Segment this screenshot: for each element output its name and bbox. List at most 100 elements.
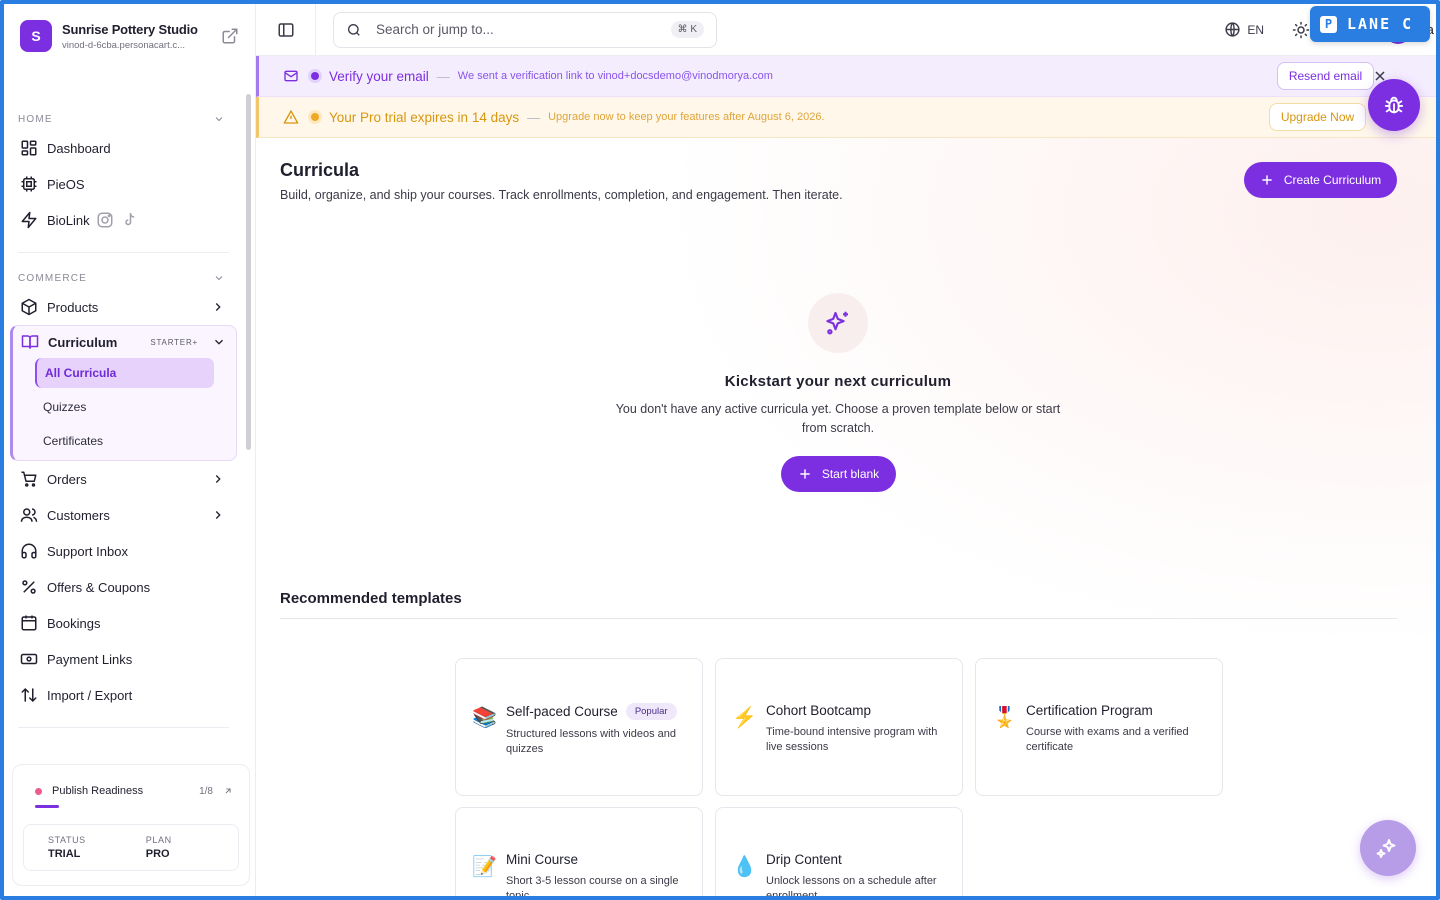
sidebar-panel-icon — [278, 22, 293, 37]
start-blank-button[interactable]: Start blank — [781, 456, 896, 492]
bug-icon — [1384, 96, 1404, 114]
plan-label: PLAN — [145, 835, 172, 845]
template-card-mini-course[interactable]: 📝 Mini Course Short 3-5 lesson course on… — [455, 807, 703, 896]
mail-icon — [284, 70, 298, 82]
section-commerce[interactable]: COMMERCE — [4, 267, 255, 289]
status-dot — [35, 787, 42, 795]
sidebar-item-payment-links[interactable]: Payment Links — [4, 641, 255, 677]
droplet-icon: 💧 — [732, 856, 757, 878]
card-title: Drip Content — [766, 852, 842, 867]
sidebar-item-products[interactable]: Products — [4, 289, 255, 325]
verify-email-banner: Verify your email — We sent a verificati… — [256, 56, 1436, 97]
arrow-up-right-icon[interactable] — [223, 786, 233, 796]
sidebar-item-bookings[interactable]: Bookings — [4, 605, 255, 641]
chip-icon — [21, 176, 37, 192]
sidebar-item-label: Offers & Coupons — [47, 579, 151, 595]
card-body: Self-paced Course Popular Structured les… — [506, 703, 684, 795]
sidebar-item-curriculum[interactable]: Curriculum STARTER+ — [13, 326, 236, 358]
verify-description: We sent a verification link to vinod+doc… — [457, 70, 773, 82]
calendar-icon — [21, 615, 37, 631]
publish-readiness-card[interactable]: Publish Readiness 1/8 STATUS TRIAL PLAN … — [12, 764, 250, 886]
card-title: Self-paced Course Popular — [506, 703, 684, 720]
sidebar-item-orders[interactable]: Orders — [4, 461, 255, 497]
sidebar-item-label: BioLink — [47, 212, 90, 228]
status-dot — [311, 72, 319, 80]
sidebar-item-customers[interactable]: Customers — [4, 497, 255, 533]
cart-icon — [21, 471, 37, 487]
sidebar-item-support-inbox[interactable]: Support Inbox — [4, 533, 255, 569]
bug-report-button[interactable] — [1368, 79, 1420, 131]
biolink-socials — [96, 211, 138, 229]
search-bar[interactable]: ⌘ K — [333, 11, 717, 48]
page-subtitle: Build, organize, and ship your courses. … — [280, 188, 843, 202]
search-input[interactable] — [376, 22, 671, 37]
upgrade-now-button[interactable]: Upgrade Now — [1269, 103, 1366, 131]
warning-icon — [283, 110, 299, 124]
separator-dash: — — [436, 68, 450, 84]
template-card-self-paced[interactable]: 📚 Self-paced Course Popular Structured l… — [455, 658, 703, 796]
tiktok-icon — [124, 213, 134, 226]
chevron-down-icon — [215, 339, 223, 345]
verify-title: Verify your email — [329, 68, 429, 84]
magic-sparkles-icon — [1376, 839, 1396, 858]
template-card-drip-content[interactable]: 💧 Drip Content Unlock lessons on a sched… — [715, 807, 963, 896]
memo-icon: 📝 — [472, 856, 497, 878]
sun-icon[interactable] — [1292, 21, 1310, 39]
sidebar-item-label: Support Inbox — [47, 543, 128, 559]
resend-email-button[interactable]: Resend email — [1277, 62, 1374, 90]
sidebar-item-label: Dashboard — [47, 140, 111, 156]
language-switcher[interactable]: EN — [1224, 21, 1264, 38]
section-divider — [280, 618, 1397, 619]
template-card-cohort-bootcamp[interactable]: ⚡ Cohort Bootcamp Time-bound intensive p… — [715, 658, 963, 796]
template-card-certification[interactable]: 🎖️ Certification Program Course with exa… — [975, 658, 1223, 796]
medal-icon: 🎖️ — [992, 707, 1017, 729]
separator-dash: — — [527, 109, 541, 125]
curriculum-group: Curriculum STARTER+ All Curricula Quizze… — [10, 325, 237, 461]
plan-status-box: STATUS TRIAL PLAN PRO — [23, 824, 239, 871]
card-description: Time-bound intensive program with live s… — [766, 726, 938, 753]
ai-assistant-button[interactable] — [1360, 820, 1416, 876]
sidebar-item-offers[interactable]: Offers & Coupons — [4, 569, 255, 605]
sidebar-item-label: Customers — [47, 507, 110, 523]
sidebar: S Sunrise Pottery Studio vinod-d-6cba.pe… — [4, 4, 256, 896]
sidebar-scrollbar[interactable] — [246, 94, 251, 450]
recommended-templates-title: Recommended templates — [280, 590, 462, 607]
sparkles-icon — [826, 311, 848, 335]
headphones-icon — [21, 543, 37, 559]
status-label: STATUS — [48, 835, 86, 845]
lane-letter: P — [1320, 15, 1337, 33]
chevron-right-icon — [215, 303, 221, 311]
sidebar-toggle-button[interactable] — [256, 3, 316, 56]
empty-state-description: You don't have any active curricula yet.… — [615, 402, 1061, 435]
sidebar-item-pieos[interactable]: PieOS — [4, 166, 255, 202]
sidebar-divider — [18, 252, 229, 253]
language-label: EN — [1247, 22, 1264, 37]
instagram-icon — [97, 212, 113, 228]
sidebar-sub-certificates[interactable]: Certificates — [35, 426, 214, 456]
store-name: Sunrise Pottery Studio — [62, 21, 198, 37]
book-open-icon — [21, 335, 39, 349]
sidebar-item-label: Orders — [47, 471, 87, 487]
publish-progress-bar — [35, 805, 59, 808]
section-home[interactable]: HOME — [4, 108, 255, 130]
card-title: Cohort Bootcamp — [766, 703, 872, 718]
sidebar-sub-all-curricula[interactable]: All Curricula — [35, 358, 214, 388]
create-curriculum-button[interactable]: Create Curriculum — [1244, 162, 1397, 198]
trial-banner: Your Pro trial expires in 14 days — Upgr… — [256, 97, 1436, 138]
status-value: TRIAL — [48, 848, 81, 860]
brand-header[interactable]: S Sunrise Pottery Studio vinod-d-6cba.pe… — [4, 4, 255, 68]
sidebar-item-import-export[interactable]: Import / Export — [4, 677, 255, 713]
brand-logo: S — [20, 20, 52, 52]
topbar: ⌘ K EN 7 SM Sa — [256, 3, 1436, 56]
users-icon — [20, 508, 38, 522]
sidebar-item-label: Products — [47, 299, 99, 315]
sidebar-item-biolink[interactable]: BioLink — [4, 202, 255, 238]
package-icon — [21, 298, 37, 316]
books-icon: 📚 — [472, 707, 497, 729]
status-dot — [311, 113, 319, 121]
publish-readiness-label: Publish Readiness — [52, 785, 144, 797]
main-content: Curricula Build, organize, and ship your… — [256, 138, 1436, 896]
sidebar-sub-quizzes[interactable]: Quizzes — [35, 392, 214, 422]
external-link-icon[interactable] — [221, 27, 239, 45]
sidebar-item-dashboard[interactable]: Dashboard — [4, 130, 255, 166]
